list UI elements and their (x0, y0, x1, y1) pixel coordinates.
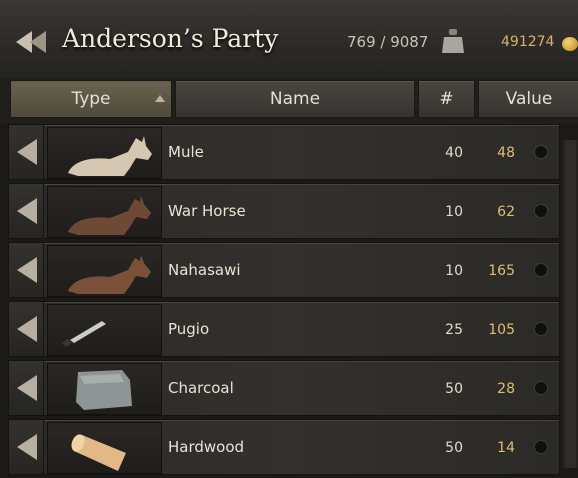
select-radio[interactable] (534, 204, 548, 218)
left-arrow-icon (17, 198, 37, 224)
left-arrow-icon (17, 375, 37, 401)
item-row[interactable]: Charcoal 50 28 (8, 360, 560, 416)
column-header-type[interactable]: Type (10, 80, 172, 118)
transfer-left-button[interactable] (9, 243, 44, 297)
item-name: Charcoal (168, 379, 234, 397)
item-value: 14 (497, 440, 515, 456)
gold-coin-icon (562, 37, 578, 51)
item-value: 28 (497, 381, 515, 397)
gold-amount: 491274 (501, 34, 555, 50)
column-name-label: Name (269, 89, 321, 109)
left-arrow-icon (17, 316, 37, 342)
select-radio[interactable] (534, 381, 548, 395)
horse-icon (47, 245, 162, 297)
sort-ascending-icon (155, 95, 165, 102)
scrollbar-thumb[interactable] (565, 140, 576, 468)
item-value: 165 (488, 263, 515, 279)
select-radio[interactable] (534, 440, 548, 454)
item-row[interactable]: War Horse 10 62 (8, 183, 560, 239)
double-left-arrow-icon (16, 31, 46, 53)
select-radio[interactable] (534, 322, 548, 336)
item-name: Mule (168, 143, 204, 161)
charcoal-sack-icon (47, 363, 162, 415)
select-radio[interactable] (534, 263, 548, 277)
item-name: Hardwood (168, 438, 245, 456)
column-value-label: Value (505, 89, 553, 109)
party-header: Anderson’s Party 769 / 9087 491274 (0, 0, 578, 80)
column-header-value[interactable]: Value (478, 80, 578, 118)
item-count: 10 (445, 263, 463, 279)
left-arrow-icon (17, 139, 37, 165)
horse-icon (47, 186, 162, 238)
select-radio[interactable] (534, 145, 548, 159)
column-header-count[interactable]: # (418, 80, 475, 118)
back-button[interactable] (14, 24, 54, 60)
transfer-left-button[interactable] (9, 184, 44, 238)
party-title: Anderson’s Party (62, 24, 279, 53)
item-name: Pugio (168, 320, 210, 338)
item-list: Mule 40 48 War Horse 10 62 Nahasawi 10 1… (8, 124, 560, 478)
item-name: War Horse (168, 202, 246, 220)
column-type-label: Type (71, 89, 111, 109)
item-count: 40 (445, 145, 463, 161)
item-count: 25 (445, 322, 463, 338)
item-count: 50 (445, 381, 463, 397)
item-count: 10 (445, 204, 463, 220)
dagger-icon (47, 304, 162, 356)
column-count-label: # (439, 89, 454, 109)
transfer-left-button[interactable] (9, 125, 44, 179)
item-value: 48 (497, 145, 515, 161)
transfer-left-button[interactable] (9, 302, 44, 356)
transfer-left-button[interactable] (9, 361, 44, 415)
item-row[interactable]: Nahasawi 10 165 (8, 242, 560, 298)
item-row[interactable]: Hardwood 50 14 (8, 419, 560, 475)
column-header-bar: Type Name # Value (0, 78, 578, 124)
scrollbar[interactable] (561, 140, 578, 468)
left-arrow-icon (17, 257, 37, 283)
weight-capacity: 769 / 9087 (347, 33, 429, 51)
mule-icon (47, 127, 162, 179)
item-value: 105 (488, 322, 515, 338)
hardwood-log-icon (47, 422, 162, 474)
item-count: 50 (445, 440, 463, 456)
item-value: 62 (497, 204, 515, 220)
left-arrow-icon (17, 434, 37, 460)
column-header-name[interactable]: Name (175, 80, 415, 118)
transfer-left-button[interactable] (9, 420, 44, 474)
weight-icon (441, 28, 465, 54)
item-row[interactable]: Pugio 25 105 (8, 301, 560, 357)
item-name: Nahasawi (168, 261, 241, 279)
item-row[interactable]: Mule 40 48 (8, 124, 560, 180)
